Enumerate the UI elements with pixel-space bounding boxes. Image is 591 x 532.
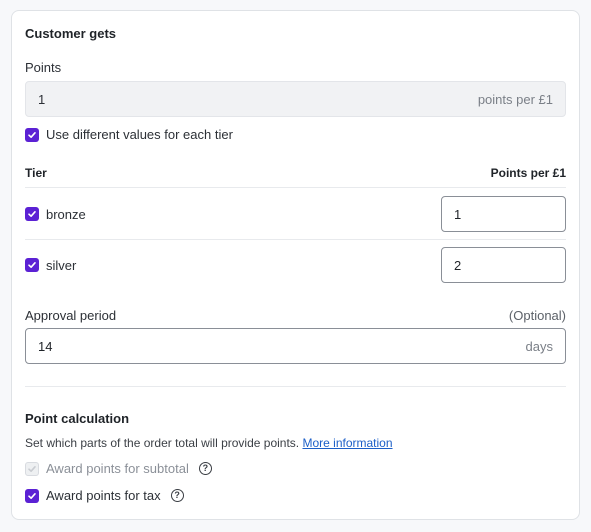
tier-bronze-points-input[interactable]: 1 <box>441 196 566 232</box>
point-calculation-title: Point calculation <box>25 411 130 426</box>
use-tier-values-checkbox[interactable] <box>25 127 39 142</box>
points-column-header: Points per £1 <box>490 166 566 180</box>
checkmark-icon <box>28 131 36 138</box>
points-input: 1 points per £1 <box>25 81 566 117</box>
approval-period-label: Approval period <box>25 308 117 323</box>
checkmark-icon <box>28 492 36 499</box>
approval-period-suffix: days <box>525 338 553 354</box>
tier-silver-points-input[interactable]: 2 <box>441 247 566 283</box>
checkmark-icon <box>28 262 36 268</box>
tier-name: silver <box>46 257 77 273</box>
points-suffix: points per £1 <box>477 91 553 107</box>
use-tier-values-checkbox-row[interactable]: Use different values for each tier <box>25 127 233 142</box>
help-icon[interactable]: ? <box>170 489 184 502</box>
tier-name: bronze <box>46 206 86 222</box>
award-tax-row[interactable]: Award points for tax ? <box>25 488 184 503</box>
award-subtotal-checkbox <box>25 461 39 476</box>
divider <box>25 187 566 188</box>
use-tier-values-label: Use different values for each tier <box>46 127 233 142</box>
checkmark-icon <box>28 211 36 217</box>
tier-column-header: Tier <box>25 166 47 180</box>
description-text: Set which parts of the order total will … <box>25 436 300 450</box>
optional-label: (Optional) <box>508 308 566 323</box>
points-value: 1 <box>38 91 46 107</box>
customer-gets-card: Customer gets Points 1 points per £1 Use… <box>11 10 580 520</box>
tier-row-silver: silver 2 <box>25 247 566 283</box>
tier-bronze-checkbox[interactable] <box>25 207 39 221</box>
points-label: Points <box>25 60 62 75</box>
approval-period-header: Approval period (Optional) <box>25 308 566 323</box>
tier-checkbox-row[interactable]: silver <box>25 258 76 273</box>
award-tax-checkbox[interactable] <box>25 488 39 503</box>
tier-table-header: Tier Points per £1 <box>25 166 566 180</box>
more-information-link[interactable]: More information <box>302 436 392 450</box>
tier-row-bronze: bronze 1 <box>25 196 566 232</box>
award-tax-label: Award points for tax <box>46 488 161 503</box>
point-calculation-description: Set which parts of the order total will … <box>25 436 393 450</box>
checkmark-icon <box>28 465 36 472</box>
divider <box>25 386 566 387</box>
divider <box>25 239 566 240</box>
tier-checkbox-row[interactable]: bronze <box>25 207 86 222</box>
approval-period-value: 14 <box>38 338 53 354</box>
award-subtotal-label: Award points for subtotal <box>46 461 189 476</box>
approval-period-input[interactable]: 14 days <box>25 328 566 364</box>
help-icon[interactable]: ? <box>198 462 212 475</box>
award-subtotal-row: Award points for subtotal ? <box>25 461 212 476</box>
section-title: Customer gets <box>25 26 117 41</box>
tier-silver-checkbox[interactable] <box>25 258 39 272</box>
